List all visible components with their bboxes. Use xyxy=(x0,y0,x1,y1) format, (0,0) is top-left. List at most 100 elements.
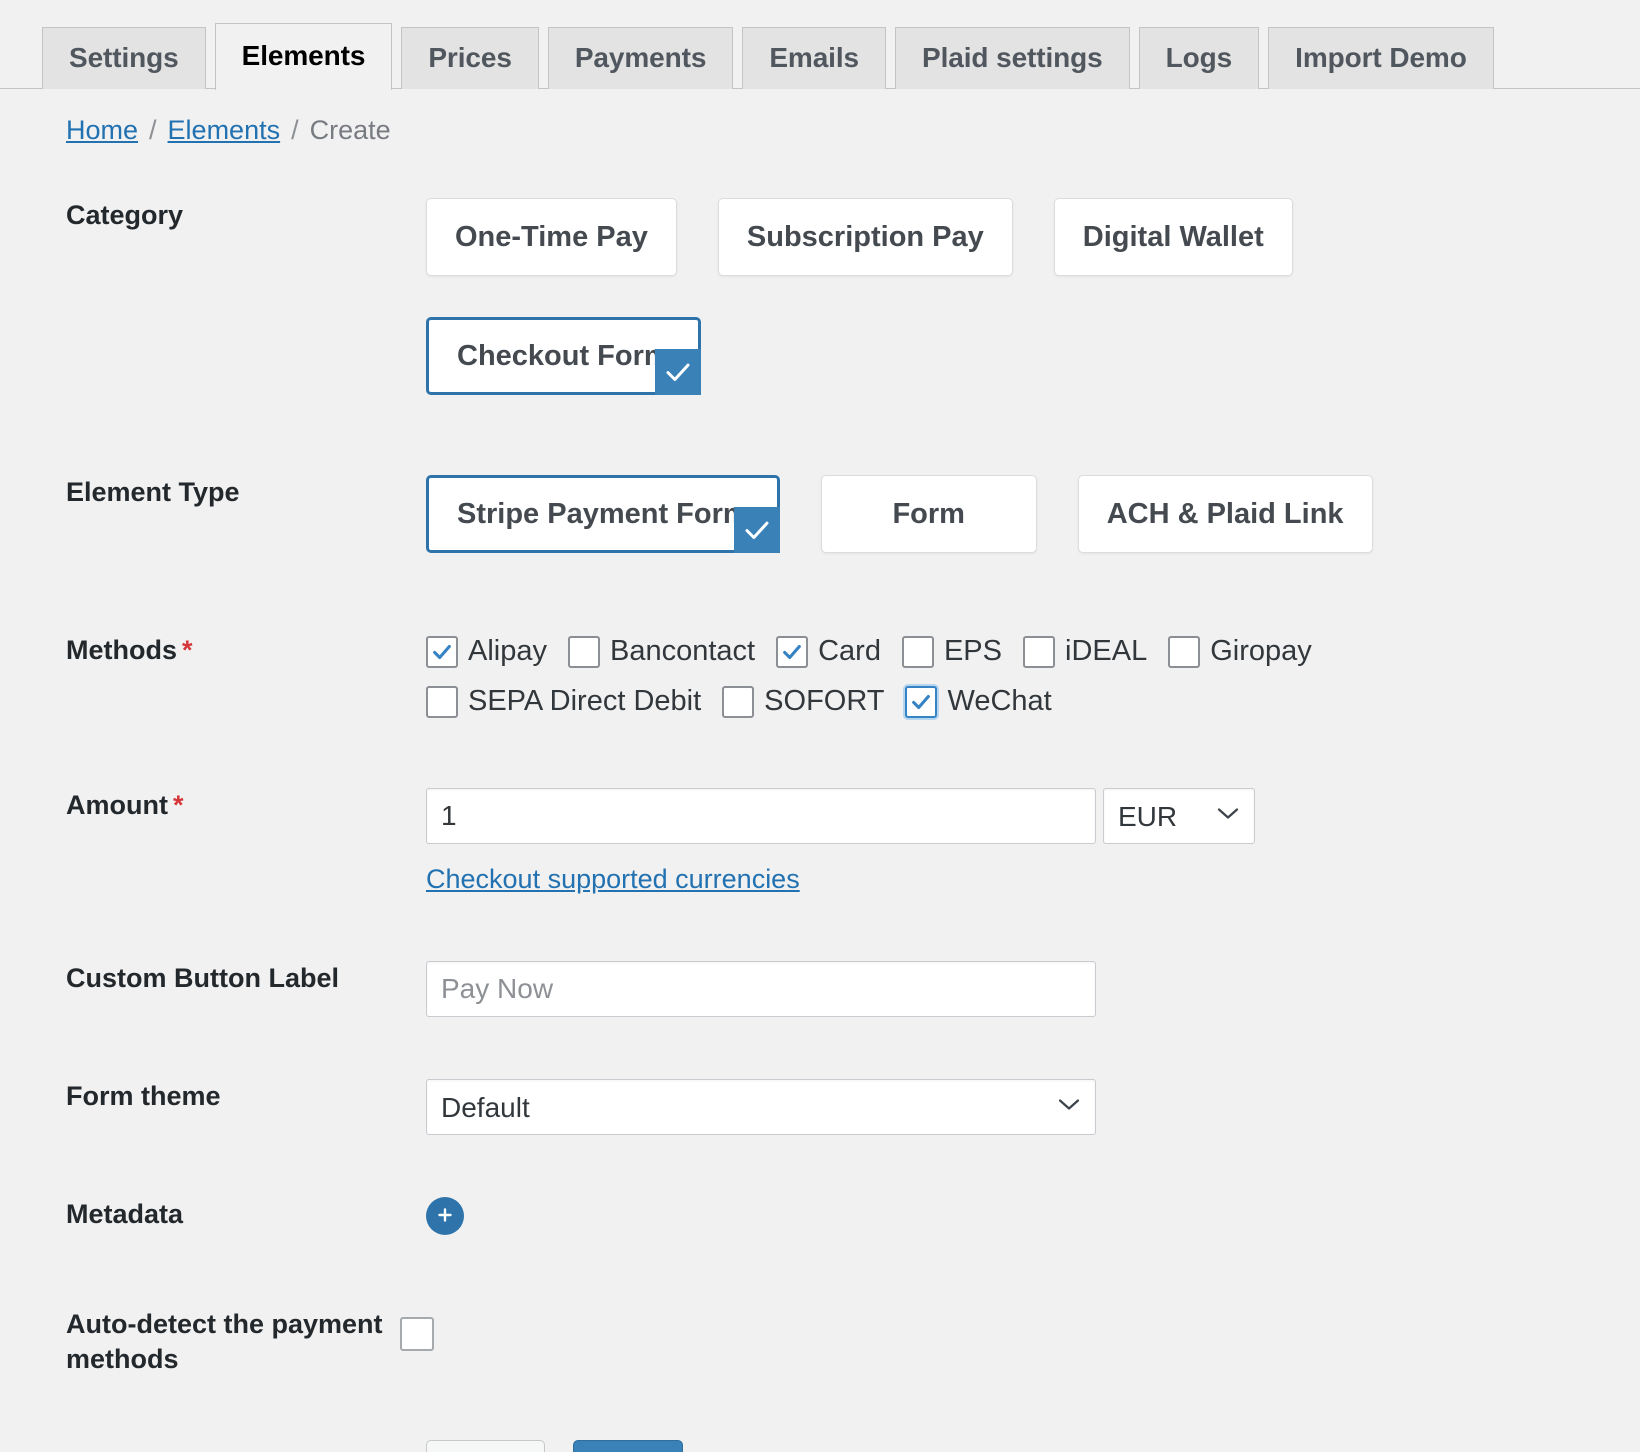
element-create-form: Category One-Time Pay Subscription Pay D… xyxy=(0,146,1640,1452)
form-theme-select[interactable]: Default xyxy=(426,1079,1096,1135)
checkbox-empty-icon xyxy=(426,686,458,718)
check-icon xyxy=(734,507,780,553)
category-option-subscription-pay[interactable]: Subscription Pay xyxy=(718,198,1013,276)
category-option-label: One-Time Pay xyxy=(455,221,648,254)
method-checkbox-giropay[interactable]: Giropay xyxy=(1168,633,1312,671)
checkout-supported-currencies-link[interactable]: Checkout supported currencies xyxy=(426,864,800,895)
method-label: Alipay xyxy=(468,633,547,671)
tab-logs[interactable]: Logs xyxy=(1139,27,1259,89)
field-actions: Reset Save xyxy=(426,1440,1640,1452)
row-custom-button-label: Custom Button Label xyxy=(0,961,1640,1017)
method-label: SEPA Direct Debit xyxy=(468,683,701,721)
breadcrumb-separator: / xyxy=(149,115,157,146)
row-methods: Methods* Alipay Bancontact xyxy=(0,633,1640,720)
reset-button[interactable]: Reset xyxy=(426,1440,545,1452)
breadcrumb-link-home[interactable]: Home xyxy=(66,115,138,146)
breadcrumb: Home / Elements / Create xyxy=(0,89,1640,146)
breadcrumb-link-elements[interactable]: Elements xyxy=(168,115,281,146)
label-amount-text: Amount xyxy=(66,790,168,820)
custom-button-label-input[interactable] xyxy=(426,961,1096,1017)
label-auto-detect: Auto-detect the payment methods xyxy=(0,1307,400,1376)
element-type-card-group: Stripe Payment Form Form ACH & Plaid Lin… xyxy=(426,475,1600,553)
checkbox-checked-icon xyxy=(426,636,458,668)
method-label: WeChat xyxy=(947,683,1051,721)
method-checkbox-card[interactable]: Card xyxy=(776,633,881,671)
method-label: EPS xyxy=(944,633,1002,671)
tab-bar: Settings Elements Prices Payments Emails… xyxy=(0,0,1640,89)
amount-input-group: EUR xyxy=(426,788,1600,844)
category-option-one-time-pay[interactable]: One-Time Pay xyxy=(426,198,677,276)
tab-import-demo[interactable]: Import Demo xyxy=(1268,27,1494,89)
field-custom-button-label xyxy=(426,961,1640,1017)
row-amount: Amount* EUR Checkout supported currencie… xyxy=(0,788,1640,895)
method-label: Bancontact xyxy=(610,633,755,671)
tab-plaid-settings[interactable]: Plaid settings xyxy=(895,27,1130,89)
field-methods: Alipay Bancontact Card EPS xyxy=(426,633,1640,720)
checkbox-empty-icon xyxy=(1168,636,1200,668)
method-label: iDEAL xyxy=(1065,633,1147,671)
method-checkbox-eps[interactable]: EPS xyxy=(902,633,1002,671)
breadcrumb-current: Create xyxy=(310,115,391,146)
row-auto-detect: Auto-detect the payment methods xyxy=(0,1307,1640,1376)
method-label: Giropay xyxy=(1210,633,1312,671)
checkbox-checked-icon xyxy=(905,686,937,718)
method-checkbox-ideal[interactable]: iDEAL xyxy=(1023,633,1147,671)
save-button[interactable]: Save xyxy=(573,1440,683,1452)
amount-input[interactable] xyxy=(426,788,1096,844)
row-form-theme: Form theme Default xyxy=(0,1079,1640,1135)
element-type-option-label: Stripe Payment Form xyxy=(457,498,749,531)
label-methods-text: Methods xyxy=(66,635,177,665)
row-actions: Reset Save xyxy=(0,1440,1640,1452)
method-checkbox-wechat[interactable]: WeChat xyxy=(905,683,1051,721)
form-actions: Reset Save xyxy=(426,1440,1600,1452)
breadcrumb-separator-2: / xyxy=(291,115,299,146)
field-form-theme: Default xyxy=(426,1079,1640,1135)
category-option-label: Digital Wallet xyxy=(1083,221,1264,254)
method-checkbox-bancontact[interactable]: Bancontact xyxy=(568,633,755,671)
tab-payments[interactable]: Payments xyxy=(548,27,734,89)
field-category: One-Time Pay Subscription Pay Digital Wa… xyxy=(426,198,1640,395)
field-amount: EUR Checkout supported currencies xyxy=(426,788,1640,895)
row-category: Category One-Time Pay Subscription Pay D… xyxy=(0,198,1640,395)
field-metadata xyxy=(426,1197,1640,1235)
element-type-option-ach-plaid-link[interactable]: ACH & Plaid Link xyxy=(1078,475,1373,553)
category-card-group: One-Time Pay Subscription Pay Digital Wa… xyxy=(426,198,1600,395)
label-metadata: Metadata xyxy=(0,1197,426,1232)
add-metadata-button[interactable] xyxy=(426,1197,464,1235)
method-label: SOFORT xyxy=(764,683,884,721)
checkbox-empty-icon xyxy=(1023,636,1055,668)
currency-select-wrapper: EUR xyxy=(1103,788,1255,844)
checkbox-checked-icon xyxy=(776,636,808,668)
form-theme-select-wrapper: Default xyxy=(426,1079,1096,1135)
method-checkbox-sofort[interactable]: SOFORT xyxy=(722,683,884,721)
category-option-label: Subscription Pay xyxy=(747,221,984,254)
label-form-theme: Form theme xyxy=(0,1079,426,1114)
row-metadata: Metadata xyxy=(0,1197,1640,1235)
method-checkbox-sepa-direct-debit[interactable]: SEPA Direct Debit xyxy=(426,683,701,721)
row-element-type: Element Type Stripe Payment Form Form AC… xyxy=(0,475,1640,553)
plus-icon xyxy=(435,1205,455,1228)
currency-select[interactable]: EUR xyxy=(1103,788,1255,844)
tab-prices[interactable]: Prices xyxy=(401,27,538,89)
methods-checkbox-group: Alipay Bancontact Card EPS xyxy=(426,633,1486,720)
label-amount: Amount* xyxy=(0,788,426,823)
element-type-option-form[interactable]: Form xyxy=(821,475,1037,553)
auto-detect-checkbox[interactable] xyxy=(400,1317,434,1351)
tab-emails[interactable]: Emails xyxy=(742,27,886,89)
element-type-option-label: ACH & Plaid Link xyxy=(1107,498,1344,531)
category-option-label: Checkout Form xyxy=(457,340,670,373)
checkbox-empty-icon xyxy=(722,686,754,718)
field-auto-detect xyxy=(400,1307,1640,1356)
method-checkbox-alipay[interactable]: Alipay xyxy=(426,633,547,671)
label-custom-button-label: Custom Button Label xyxy=(0,961,426,996)
element-type-option-stripe-payment-form[interactable]: Stripe Payment Form xyxy=(426,475,780,553)
element-type-option-label: Form xyxy=(892,498,965,531)
label-category: Category xyxy=(0,198,426,233)
tab-elements[interactable]: Elements xyxy=(215,23,393,90)
tab-settings[interactable]: Settings xyxy=(42,27,206,89)
category-option-digital-wallet[interactable]: Digital Wallet xyxy=(1054,198,1293,276)
required-asterisk: * xyxy=(173,790,184,820)
checkbox-empty-icon xyxy=(902,636,934,668)
category-option-checkout-form[interactable]: Checkout Form xyxy=(426,317,701,395)
required-asterisk: * xyxy=(182,635,193,665)
